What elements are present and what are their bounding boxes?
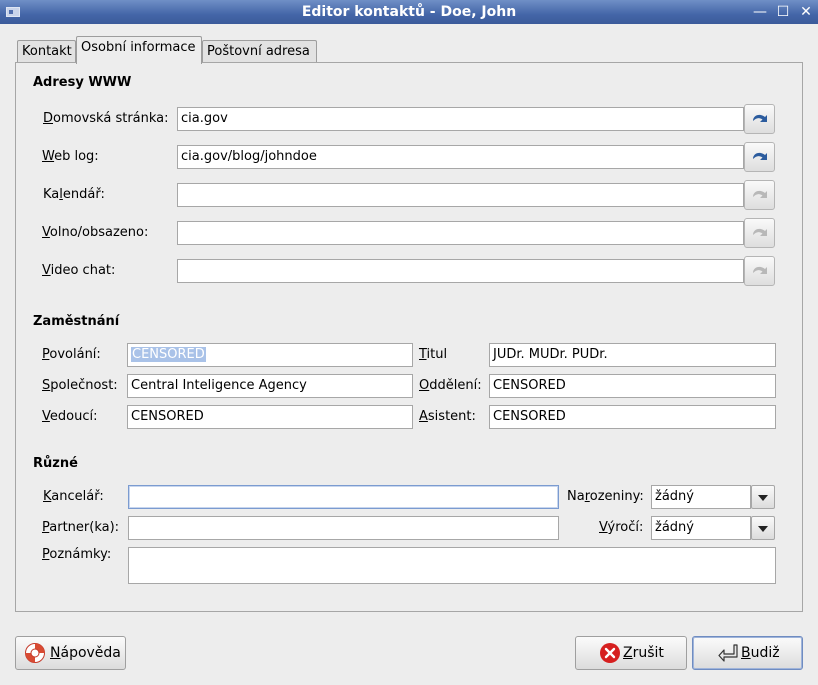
office-input[interactable] — [128, 485, 559, 509]
jump-arrow-icon — [753, 114, 767, 122]
calendar-input[interactable] — [177, 183, 744, 207]
tab-osobni-informace[interactable]: Osobní informace — [76, 36, 202, 64]
videochat-input[interactable] — [177, 259, 744, 283]
enter-arrow-icon — [718, 644, 738, 662]
label-notes: Poznámky: — [42, 547, 112, 562]
window-titlebar: Editor kontaktů - Doe, John — ☐ ✕ — [0, 0, 818, 24]
company-input[interactable]: Central Inteligence Agency — [127, 374, 413, 398]
profession-input[interactable]: CENSORED — [127, 343, 413, 367]
section-title-web: Adresy WWW — [33, 75, 132, 90]
manager-input[interactable]: CENSORED — [127, 405, 413, 429]
cancel-button[interactable]: Zrušit — [575, 636, 687, 670]
anniversary-date-input[interactable]: žádný — [651, 516, 751, 540]
anniversary-dropdown-button[interactable] — [751, 516, 775, 540]
titul-input[interactable]: JUDr. MUDr. PUDr. — [489, 343, 776, 367]
section-title-misc: Různé — [33, 456, 78, 471]
window-title: Editor kontaktů - Doe, John — [301, 4, 517, 20]
open-weblog-button[interactable] — [744, 142, 775, 172]
tab-postovni-adresa[interactable]: Poštovní adresa — [202, 40, 317, 64]
label-assistant: Asistent: — [419, 409, 476, 424]
freebusy-input[interactable] — [177, 221, 744, 245]
label-profession: Povolání: — [42, 347, 101, 362]
jump-arrow-icon — [753, 190, 767, 198]
open-videochat-button — [744, 256, 775, 286]
selected-text: CENSORED — [131, 347, 206, 362]
birthday-date-input[interactable]: žádný — [651, 485, 751, 509]
maximize-icon[interactable]: ☐ — [773, 2, 793, 22]
label-birthday: Narozeniny: — [567, 489, 644, 504]
label-calendar: Kalendář: — [43, 187, 105, 202]
label-department: Oddělení: — [419, 378, 482, 393]
homepage-input[interactable]: cia.gov — [177, 107, 744, 131]
open-homepage-button[interactable] — [744, 104, 775, 134]
label-office: Kancelář: — [43, 489, 104, 504]
label-homepage: Domovská stránka: — [43, 111, 169, 126]
label-anniversary: Výročí: — [599, 520, 644, 535]
close-icon[interactable]: ✕ — [796, 2, 816, 22]
department-input[interactable]: CENSORED — [489, 374, 776, 398]
help-button[interactable]: Nápověda — [15, 636, 126, 670]
weblog-input[interactable]: cia.gov/blog/johndoe — [177, 145, 744, 169]
label-company: Společnost: — [42, 378, 118, 393]
section-title-job: Zaměstnání — [33, 314, 120, 329]
label-videochat: Video chat: — [42, 263, 116, 278]
open-calendar-button — [744, 180, 775, 210]
jump-arrow-icon — [753, 266, 767, 274]
open-freebusy-button — [744, 218, 775, 248]
jump-arrow-icon — [753, 228, 767, 236]
notes-textarea[interactable] — [128, 547, 776, 584]
assistant-input[interactable]: CENSORED — [489, 405, 776, 429]
label-freebusy: Volno/obsazeno: — [42, 225, 149, 240]
tab-kontakt[interactable]: Kontakt — [17, 40, 76, 64]
cancel-icon — [600, 643, 620, 663]
partner-input[interactable] — [128, 516, 559, 540]
label-weblog: Web log: — [42, 149, 99, 164]
ok-button[interactable]: Budiž — [692, 636, 803, 670]
minimize-icon[interactable]: — — [750, 2, 770, 22]
window-menu-icon[interactable] — [6, 7, 20, 17]
birthday-dropdown-button[interactable] — [751, 485, 775, 509]
label-titul: Titul — [419, 347, 448, 362]
jump-arrow-icon — [753, 152, 767, 160]
label-manager: Vedoucí: — [42, 409, 98, 424]
label-partner: Partner(ka): — [42, 520, 120, 535]
lifebuoy-icon — [25, 643, 45, 663]
